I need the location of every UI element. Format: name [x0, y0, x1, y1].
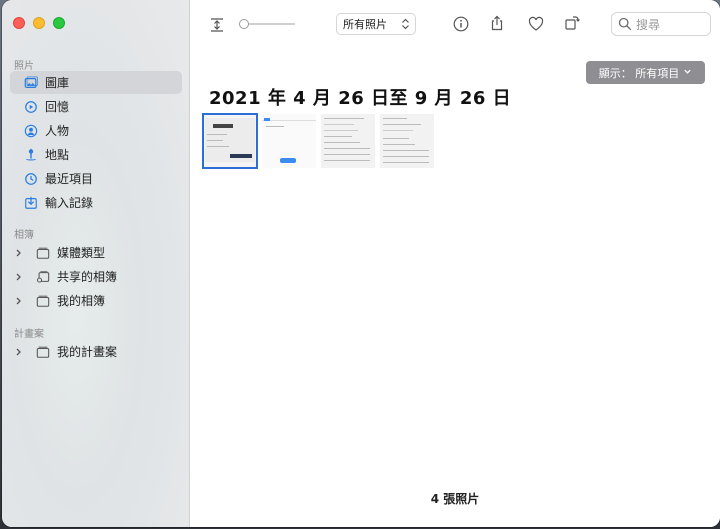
info-icon[interactable] — [452, 15, 470, 33]
sidebar-item-my-albums[interactable]: 我的相簿 — [10, 289, 182, 312]
thumbnail-content — [324, 130, 358, 131]
sidebar-item-label: 人物 — [45, 124, 70, 138]
thumbnail-content — [266, 126, 284, 127]
zoom-slider-knob[interactable] — [239, 19, 249, 29]
chevron-updown-icon — [401, 18, 410, 30]
rotate-fit-icon[interactable] — [208, 16, 226, 34]
date-range-title: 2021 年 4 月 26 日至 9 月 26 日 — [209, 88, 512, 109]
thumbnail-content — [264, 118, 270, 121]
thumbnail-content — [262, 120, 316, 121]
chevron-right-icon[interactable] — [15, 348, 23, 356]
sidebar-item-places[interactable]: 地點 — [10, 143, 182, 166]
thumbnail-content — [324, 160, 370, 161]
rotate-icon[interactable] — [563, 14, 581, 32]
thumbnail-content — [230, 154, 252, 158]
show-filter-button[interactable]: 顯示： 所有項目 — [586, 61, 705, 84]
sidebar-item-label: 回憶 — [45, 100, 70, 114]
section-photos-label: 照片 — [14, 61, 34, 72]
photo-library-icon — [24, 75, 38, 90]
photo-thumbnail[interactable] — [380, 114, 434, 168]
chevron-right-icon[interactable] — [15, 297, 23, 305]
thumbnail-content — [383, 138, 409, 139]
thumbnail-content — [324, 118, 364, 119]
sidebar-item-my-projects[interactable]: 我的計畫案 — [10, 340, 182, 363]
sidebar-item-memories[interactable]: 回憶 — [10, 95, 182, 118]
zoom-button[interactable] — [53, 17, 65, 29]
thumbnail-content — [213, 124, 233, 128]
thumbnail-content — [383, 124, 421, 125]
view-select[interactable]: 所有照片 — [336, 13, 416, 35]
sidebar-item-shared-albums[interactable]: 共享的相簿 — [10, 265, 182, 288]
sidebar-item-imports[interactable]: 輸入記錄 — [10, 191, 182, 214]
sidebar-item-people[interactable]: 人物 — [10, 119, 182, 142]
section-albums-label: 相簿 — [14, 230, 34, 241]
photo-thumbnail[interactable] — [262, 114, 316, 168]
folder-icon — [36, 246, 50, 260]
thumbnail-content — [383, 130, 413, 131]
memories-icon — [24, 100, 38, 114]
sidebar-item-label: 我的計畫案 — [57, 345, 118, 359]
search-input[interactable]: 搜尋 — [611, 12, 711, 36]
chevron-down-icon — [683, 66, 692, 79]
close-button[interactable] — [13, 17, 25, 29]
show-filter-label: 顯示： 所有項目 — [598, 66, 680, 80]
photo-count-label: 4 張照片 — [430, 492, 480, 506]
sidebar-item-label: 媒體類型 — [57, 246, 106, 260]
zoom-slider-track — [243, 23, 295, 25]
thumbnail-content — [383, 156, 429, 157]
people-icon — [24, 124, 38, 138]
zoom-slider[interactable] — [239, 19, 295, 29]
view-select-label: 所有照片 — [343, 18, 387, 31]
places-icon — [24, 148, 38, 162]
thumbnail-content — [207, 140, 223, 141]
thumbnail-content — [383, 150, 429, 151]
share-icon[interactable] — [488, 14, 506, 32]
minimize-button[interactable] — [33, 17, 45, 29]
section-projects-label: 計畫案 — [14, 329, 44, 340]
thumbnail-content — [207, 146, 229, 147]
sidebar-item-label: 最近項目 — [45, 172, 94, 186]
sidebar-item-media-types[interactable]: 媒體類型 — [10, 241, 182, 264]
search-placeholder: 搜尋 — [636, 17, 661, 32]
thumbnail-content — [207, 134, 227, 135]
thumbnail-content — [324, 136, 352, 137]
thumbnail-content — [324, 124, 354, 125]
chevron-right-icon[interactable] — [15, 249, 23, 257]
thumbnail-content — [383, 162, 429, 163]
photo-thumbnail[interactable] — [321, 114, 375, 168]
thumbnail-content — [324, 148, 370, 149]
window-controls — [13, 17, 65, 29]
main-content: 顯示： 所有項目 2021 年 4 月 26 日至 9 月 26 日 4 張照片 — [190, 50, 720, 527]
thumbnail-content — [324, 154, 370, 155]
chevron-right-icon[interactable] — [15, 273, 23, 281]
shared-album-icon — [36, 270, 50, 284]
search-icon — [618, 17, 632, 31]
sidebar-item-recents[interactable]: 最近項目 — [10, 167, 182, 190]
imports-icon — [24, 196, 38, 210]
photo-grid — [202, 113, 434, 169]
thumbnail-content — [383, 144, 415, 145]
sidebar-item-label: 共享的相簿 — [57, 270, 118, 284]
toolbar: 所有照片 搜尋 — [190, 0, 720, 50]
sidebar-item-library[interactable]: 圖庫 — [10, 71, 182, 94]
sidebar: 照片 圖庫 回憶 人物 地點 最近項目 輸入記錄 相簿 媒體類型 共享的相簿 我… — [2, 0, 190, 527]
photo-thumbnail[interactable] — [202, 113, 258, 169]
sidebar-item-label: 地點 — [45, 148, 70, 162]
folder-icon — [36, 294, 50, 308]
sidebar-item-label: 我的相簿 — [57, 294, 106, 308]
sidebar-item-label: 圖庫 — [45, 76, 70, 90]
photos-window: 照片 圖庫 回憶 人物 地點 最近項目 輸入記錄 相簿 媒體類型 共享的相簿 我… — [2, 0, 720, 527]
thumbnail-content — [324, 142, 360, 143]
thumbnail-content — [280, 158, 296, 163]
sidebar-item-label: 輸入記錄 — [45, 196, 94, 210]
folder-icon — [36, 345, 50, 359]
heart-icon[interactable] — [527, 15, 545, 33]
thumbnail-content — [383, 118, 407, 119]
recents-icon — [24, 172, 38, 186]
